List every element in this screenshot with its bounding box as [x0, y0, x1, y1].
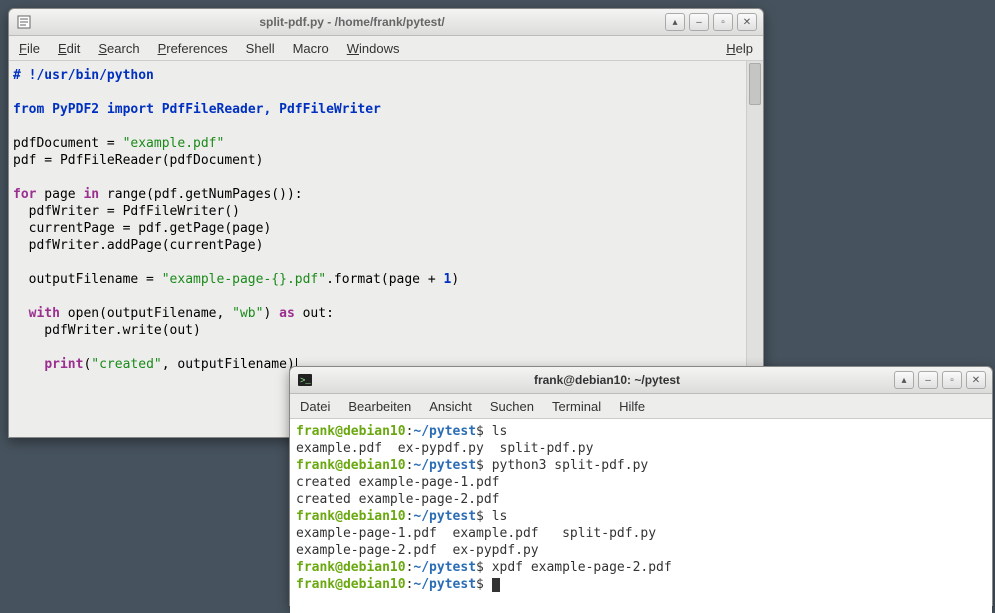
menu-search[interactable]: Search	[98, 41, 139, 56]
close-button[interactable]: ✕	[737, 13, 757, 31]
terminal-app-icon: >_	[296, 371, 314, 389]
menu-preferences[interactable]: Preferences	[158, 41, 228, 56]
terminal-output[interactable]: frank@debian10:~/pytest$ ls example.pdf …	[290, 419, 992, 613]
menu-edit[interactable]: Edit	[58, 41, 80, 56]
menu-macro[interactable]: Macro	[293, 41, 329, 56]
menu-suchen[interactable]: Suchen	[490, 399, 534, 414]
menu-file[interactable]: File	[19, 41, 40, 56]
maximize-button[interactable]: ▫	[942, 371, 962, 389]
terminal-cursor	[492, 578, 500, 592]
maximize-button[interactable]: ▫	[713, 13, 733, 31]
menu-help[interactable]: Help	[726, 41, 753, 56]
minimize-button[interactable]: –	[918, 371, 938, 389]
menu-shell[interactable]: Shell	[246, 41, 275, 56]
menu-hilfe[interactable]: Hilfe	[619, 399, 645, 414]
rollup-button[interactable]: ▴	[894, 371, 914, 389]
menu-bearbeiten[interactable]: Bearbeiten	[348, 399, 411, 414]
terminal-title: frank@debian10: ~/pytest	[320, 373, 894, 387]
menu-terminal[interactable]: Terminal	[552, 399, 601, 414]
terminal-window: >_ frank@debian10: ~/pytest ▴ – ▫ ✕ Date…	[289, 366, 993, 606]
rollup-button[interactable]: ▴	[665, 13, 685, 31]
close-button[interactable]: ✕	[966, 371, 986, 389]
editor-title: split-pdf.py - /home/frank/pytest/	[39, 15, 665, 29]
terminal-titlebar[interactable]: >_ frank@debian10: ~/pytest ▴ – ▫ ✕	[290, 367, 992, 394]
menu-windows[interactable]: Windows	[347, 41, 400, 56]
svg-text:>_: >_	[300, 376, 311, 386]
editor-menubar: File Edit Search Preferences Shell Macro…	[9, 36, 763, 61]
editor-app-icon	[15, 13, 33, 31]
editor-titlebar[interactable]: split-pdf.py - /home/frank/pytest/ ▴ – ▫…	[9, 9, 763, 36]
minimize-button[interactable]: –	[689, 13, 709, 31]
menu-datei[interactable]: Datei	[300, 399, 330, 414]
terminal-menubar: Datei Bearbeiten Ansicht Suchen Terminal…	[290, 394, 992, 419]
menu-ansicht[interactable]: Ansicht	[429, 399, 472, 414]
